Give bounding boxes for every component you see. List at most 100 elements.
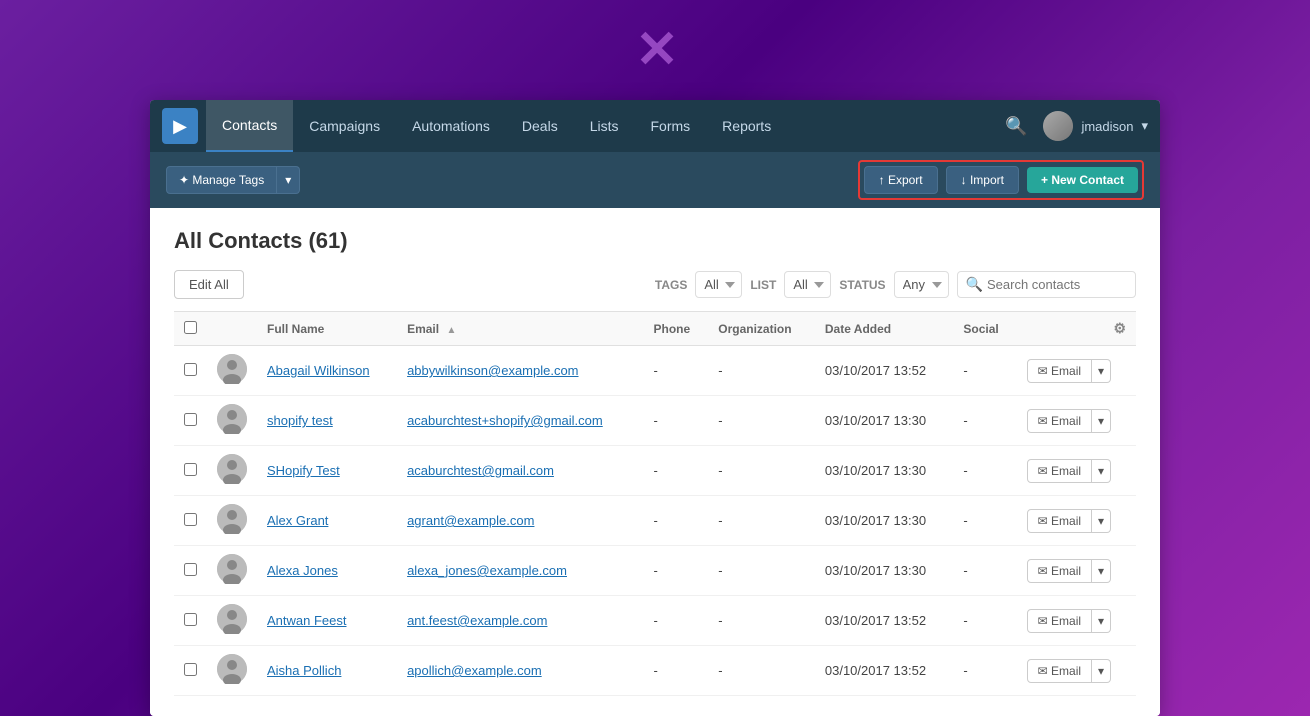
export-button[interactable]: ↑ Export — [864, 166, 938, 194]
nav-item-lists[interactable]: Lists — [574, 100, 635, 152]
email-dropdown-button[interactable]: ▾ — [1092, 659, 1111, 683]
contact-avatar — [217, 504, 247, 534]
list-filter[interactable]: All — [784, 271, 831, 298]
contact-social: - — [953, 596, 1016, 646]
contact-org: - — [708, 546, 815, 596]
table-row: Abagail Wilkinson abbywilkinson@example.… — [174, 346, 1136, 396]
col-date: Date Added — [815, 312, 954, 346]
email-button[interactable]: ✉ Email — [1027, 659, 1092, 683]
contact-org: - — [708, 496, 815, 546]
row-checkbox[interactable] — [184, 363, 197, 376]
contact-name[interactable]: SHopify Test — [267, 463, 340, 478]
contact-email[interactable]: agrant@example.com — [407, 513, 534, 528]
nav-item-contacts[interactable]: Contacts — [206, 100, 293, 152]
email-button[interactable]: ✉ Email — [1027, 459, 1092, 483]
email-dropdown-button[interactable]: ▾ — [1092, 609, 1111, 633]
contact-date: 03/10/2017 13:52 — [815, 646, 954, 696]
contact-name[interactable]: Abagail Wilkinson — [267, 363, 370, 378]
nav-item-forms[interactable]: Forms — [635, 100, 707, 152]
manage-tags-dropdown-button[interactable]: ▾ — [277, 166, 300, 194]
app-logo: ✕ — [635, 20, 675, 80]
nav-item-reports[interactable]: Reports — [706, 100, 787, 152]
action-cell: ✉ Email ▾ — [1027, 559, 1126, 583]
contact-phone: - — [643, 596, 708, 646]
col-org: Organization — [708, 312, 815, 346]
nav-search-button[interactable]: 🔍 — [1001, 112, 1031, 141]
select-all-checkbox[interactable] — [184, 321, 197, 334]
nav-logo-button[interactable]: ▶ — [162, 108, 198, 144]
email-dropdown-button[interactable]: ▾ — [1092, 409, 1111, 433]
table-controls: Edit All TAGS All LIST All STATUS Any 🔍 — [174, 270, 1136, 299]
user-area[interactable]: jmadison ▾ — [1043, 111, 1148, 141]
manage-tags-button[interactable]: ✦ Manage Tags — [166, 166, 277, 194]
toolbar-left: ✦ Manage Tags ▾ — [166, 166, 300, 194]
contact-email[interactable]: ant.feest@example.com — [407, 613, 547, 628]
email-button[interactable]: ✉ Email — [1027, 559, 1092, 583]
avatar — [1043, 111, 1073, 141]
nav-item-deals[interactable]: Deals — [506, 100, 574, 152]
user-chevron-icon: ▾ — [1141, 118, 1148, 134]
table-row: Alex Grant agrant@example.com - - 03/10/… — [174, 496, 1136, 546]
action-cell: ✉ Email ▾ — [1027, 359, 1126, 383]
import-button[interactable]: ↓ Import — [946, 166, 1019, 194]
email-dropdown-button[interactable]: ▾ — [1092, 459, 1111, 483]
nav-item-automations[interactable]: Automations — [396, 100, 506, 152]
username-label: jmadison — [1081, 119, 1133, 134]
edit-all-button[interactable]: Edit All — [174, 270, 244, 299]
contact-name[interactable]: Aisha Pollich — [267, 663, 341, 678]
row-checkbox[interactable] — [184, 413, 197, 426]
row-checkbox[interactable] — [184, 513, 197, 526]
email-dropdown-button[interactable]: ▾ — [1092, 509, 1111, 533]
page-title: All Contacts (61) — [174, 228, 1136, 254]
row-checkbox[interactable] — [184, 663, 197, 676]
contact-email[interactable]: acaburchtest@gmail.com — [407, 463, 554, 478]
search-input[interactable] — [987, 272, 1127, 297]
contact-social: - — [953, 546, 1016, 596]
row-checkbox[interactable] — [184, 563, 197, 576]
settings-icon[interactable]: ⚙ — [1113, 320, 1126, 336]
toolbar: ✦ Manage Tags ▾ ↑ Export ↓ Import + New … — [150, 152, 1160, 208]
email-button[interactable]: ✉ Email — [1027, 409, 1092, 433]
nav-items: Contacts Campaigns Automations Deals Lis… — [206, 100, 1001, 152]
contact-avatar — [217, 454, 247, 484]
row-checkbox[interactable] — [184, 613, 197, 626]
email-button[interactable]: ✉ Email — [1027, 609, 1092, 633]
contact-phone: - — [643, 646, 708, 696]
contact-org: - — [708, 346, 815, 396]
email-dropdown-button[interactable]: ▾ — [1092, 359, 1111, 383]
navbar: ▶ Contacts Campaigns Automations Deals L… — [150, 100, 1160, 152]
contact-org: - — [708, 646, 815, 696]
action-cell: ✉ Email ▾ — [1027, 609, 1126, 633]
contact-social: - — [953, 496, 1016, 546]
status-filter[interactable]: Any — [894, 271, 949, 298]
contact-avatar — [217, 404, 247, 434]
contact-avatar — [217, 654, 247, 684]
contact-email[interactable]: acaburchtest+shopify@gmail.com — [407, 413, 603, 428]
contact-org: - — [708, 446, 815, 496]
new-contact-button[interactable]: + New Contact — [1027, 167, 1138, 193]
contact-avatar — [217, 354, 247, 384]
contact-date: 03/10/2017 13:52 — [815, 346, 954, 396]
status-label: STATUS — [839, 278, 885, 292]
email-button[interactable]: ✉ Email — [1027, 359, 1092, 383]
search-icon: 🔍 — [1005, 116, 1027, 136]
contact-name[interactable]: Alex Grant — [267, 513, 328, 528]
email-button[interactable]: ✉ Email — [1027, 509, 1092, 533]
email-dropdown-button[interactable]: ▾ — [1092, 559, 1111, 583]
tags-filter[interactable]: All — [695, 271, 742, 298]
row-checkbox[interactable] — [184, 463, 197, 476]
contact-name[interactable]: Antwan Feest — [267, 613, 347, 628]
contact-email[interactable]: alexa_jones@example.com — [407, 563, 567, 578]
nav-right: 🔍 jmadison ▾ — [1001, 111, 1148, 141]
table-row: shopify test acaburchtest+shopify@gmail.… — [174, 396, 1136, 446]
contact-email[interactable]: abbywilkinson@example.com — [407, 363, 578, 378]
col-phone: Phone — [643, 312, 708, 346]
toolbar-right-actions: ↑ Export ↓ Import + New Contact — [858, 160, 1144, 200]
contact-social: - — [953, 646, 1016, 696]
nav-item-campaigns[interactable]: Campaigns — [293, 100, 396, 152]
table-row: Aisha Pollich apollich@example.com - - 0… — [174, 646, 1136, 696]
contact-email[interactable]: apollich@example.com — [407, 663, 542, 678]
contact-name[interactable]: Alexa Jones — [267, 563, 338, 578]
contact-date: 03/10/2017 13:30 — [815, 546, 954, 596]
contact-name[interactable]: shopify test — [267, 413, 333, 428]
